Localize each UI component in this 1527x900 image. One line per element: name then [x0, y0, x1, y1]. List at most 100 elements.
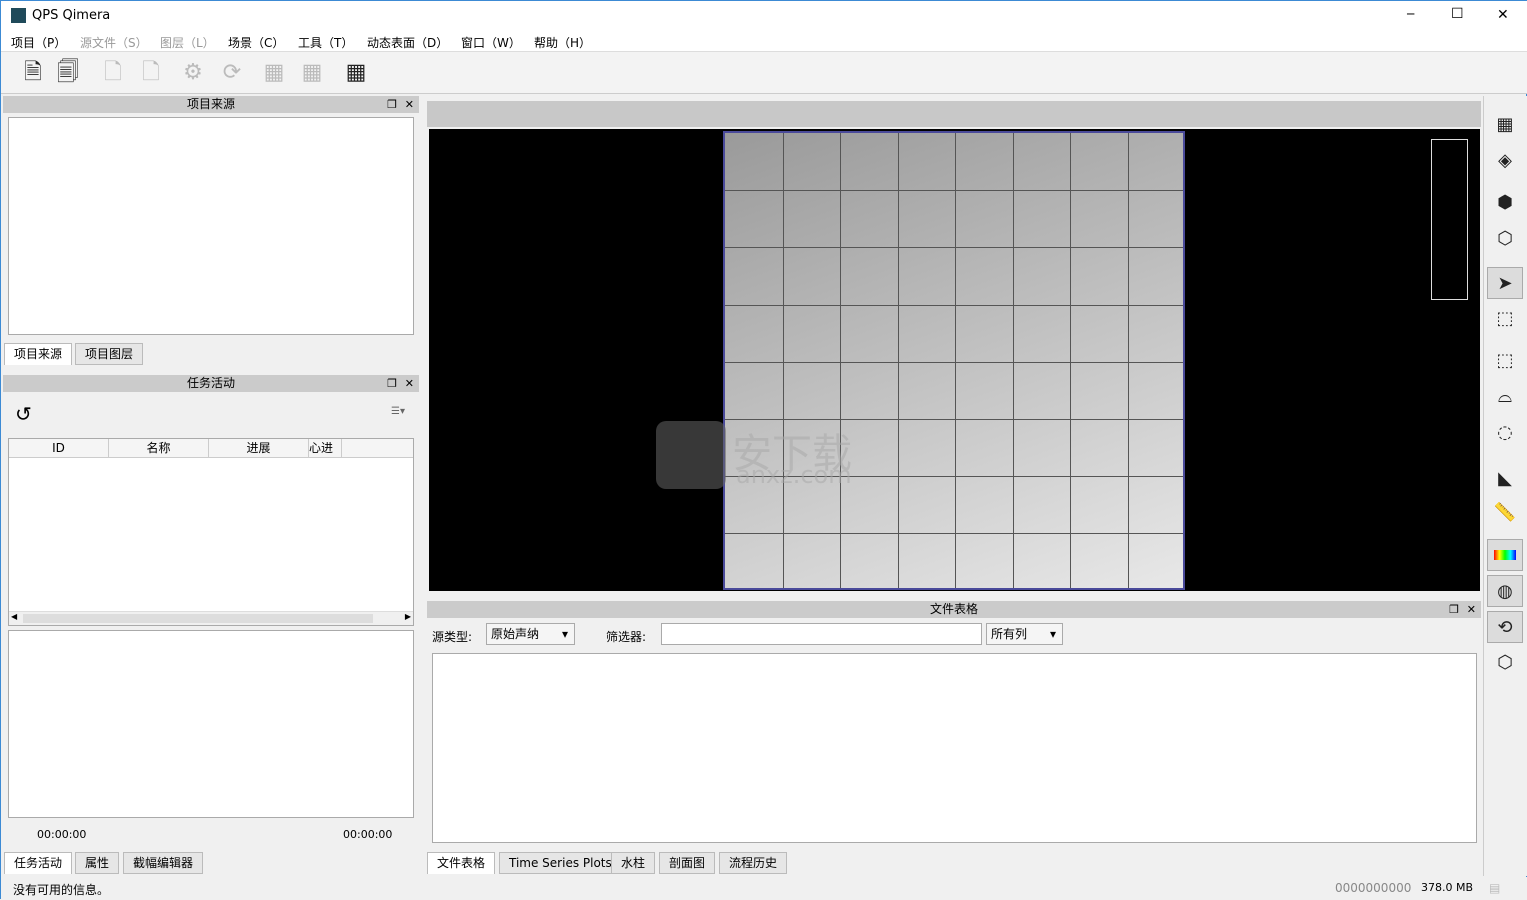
menu-item[interactable]: 动态表面（D） — [367, 34, 448, 51]
undo-icon[interactable]: ↺ — [15, 402, 32, 426]
file-table-header: 文件表格 ❐ ✕ — [427, 601, 1481, 618]
rect-select-icon[interactable]: ⬚ — [1487, 345, 1523, 377]
tab-swath-editor[interactable]: 截幅编辑器 — [123, 852, 204, 874]
elapsed-time: 00:00:00 — [37, 828, 87, 841]
project-source-list[interactable] — [8, 117, 414, 335]
float-icon[interactable]: ❐ — [387, 96, 397, 113]
grid-line — [782, 133, 784, 588]
shield-logo-icon — [656, 421, 726, 489]
menu-item[interactable]: 源文件（S） — [80, 34, 148, 51]
layers-icon[interactable]: ◈ — [1487, 145, 1523, 177]
sphere-grid-icon[interactable]: ◍ — [1487, 575, 1523, 607]
surface-edit-icon[interactable]: ▦ — [342, 58, 370, 88]
new-project-icon[interactable]: 🗎 — [19, 58, 47, 88]
refresh-icon[interactable]: ⟳ — [218, 58, 246, 88]
tab-project-layers[interactable]: 项目图层 — [75, 343, 144, 365]
add-points-icon[interactable]: 🗋 — [137, 58, 165, 88]
process-gears-icon[interactable]: ⚙ — [179, 58, 207, 88]
grid-line — [725, 247, 1183, 249]
viewport-header — [427, 101, 1481, 127]
tab-file-1[interactable]: Time Series Plots — [499, 852, 622, 874]
ruler-icon[interactable]: 📏 — [1487, 497, 1523, 529]
grid-icon[interactable]: ▦ — [1487, 109, 1523, 141]
open-project-icon[interactable]: 🗐 — [54, 58, 82, 88]
source-type-label: 源类型: — [432, 630, 473, 644]
lasso-icon[interactable]: ◌ — [1487, 417, 1523, 449]
status-bar: 没有可用的信息。 0000000000 378.0 MB ▤ — [1, 877, 1527, 900]
menu-item[interactable]: 场景（C） — [228, 34, 284, 51]
app-logo-icon — [11, 8, 26, 23]
grid-line — [1070, 133, 1071, 588]
rotate-icon[interactable]: ⟲ — [1487, 611, 1523, 643]
window-title: QPS Qimera — [32, 8, 111, 23]
status-list-icon: ▤ — [1489, 881, 1501, 895]
pointer-icon[interactable]: ➤ — [1487, 267, 1523, 299]
tab-properties[interactable]: 属性 — [75, 852, 120, 874]
remaining-time: 00:00:00 — [343, 828, 393, 841]
project-source-header: 项目来源 ❐ ✕ — [3, 96, 419, 113]
cube-fit-icon[interactable]: ⬢ — [1487, 187, 1523, 219]
menu-bar: 项目（P） 源文件（S） 图层（L） 场景（C） 工具（T） 动态表面（D） 窗口（W） 帮助… — [1, 31, 1527, 52]
select-pointer-icon[interactable]: ⬚ — [1487, 303, 1523, 335]
menu-options-icon[interactable]: ☰▾ — [391, 406, 405, 417]
grid-line — [725, 304, 1183, 306]
watermark-sub: anxz.com — [736, 461, 852, 489]
filter-input[interactable] — [661, 623, 982, 645]
grid-line — [955, 133, 956, 588]
tab-file-4[interactable]: 流程历史 — [719, 852, 788, 874]
horizontal-scrollbar[interactable]: ◀ ▶ — [9, 611, 413, 625]
menu-item[interactable]: 窗口（W） — [461, 34, 521, 51]
surface-lock-icon[interactable]: ▦ — [298, 58, 326, 88]
coordinate-readout: 0000000000 — [1335, 881, 1412, 895]
panel-title: 文件表格 — [929, 602, 978, 616]
memory-usage: 378.0 MB — [1421, 881, 1474, 894]
surface-grid[interactable] — [723, 131, 1185, 590]
float-icon[interactable]: ❐ — [387, 375, 397, 392]
file-table-list[interactable] — [432, 653, 1477, 843]
scroll-left-icon[interactable]: ◀ — [11, 612, 17, 621]
tab-file-0[interactable]: 文件表格 — [427, 852, 496, 874]
close-button[interactable]: ✕ — [1497, 7, 1509, 23]
source-type-dropdown[interactable]: 原始声纳 — [486, 623, 575, 645]
task-table: ID 名称 进展 心进 ◀ ▶ — [8, 438, 414, 626]
scroll-thumb[interactable] — [23, 614, 373, 623]
surface-new-icon[interactable]: ▦ — [260, 58, 288, 88]
scroll-right-icon[interactable]: ▶ — [405, 612, 411, 621]
grid-line — [1127, 133, 1129, 588]
tab-file-3[interactable]: 剖面图 — [659, 852, 716, 874]
column-id[interactable]: ID — [9, 439, 109, 457]
grid-line — [725, 361, 1183, 363]
profile-icon[interactable]: ◣ — [1487, 463, 1523, 495]
close-panel-icon[interactable]: ✕ — [405, 96, 414, 113]
menu-item[interactable]: 项目（P） — [11, 34, 66, 51]
grid-line — [897, 133, 899, 588]
close-panel-icon[interactable]: ✕ — [1467, 601, 1476, 618]
colorbar-outline — [1431, 139, 1468, 300]
colormap-icon[interactable] — [1487, 539, 1523, 571]
float-icon[interactable]: ❐ — [1449, 601, 1459, 618]
axes-cube-icon[interactable]: ⬡ — [1487, 647, 1523, 679]
table-header: ID 名称 进展 心进 — [9, 439, 413, 458]
close-panel-icon[interactable]: ✕ — [405, 375, 414, 392]
grid-line — [725, 533, 1183, 535]
add-source-icon[interactable]: 🗋 — [99, 58, 127, 88]
menu-item[interactable]: 工具（T） — [298, 34, 353, 51]
minimize-button[interactable]: ─ — [1407, 7, 1414, 21]
column-total-progress[interactable]: 心进 — [309, 439, 342, 457]
poly-select-icon[interactable]: ⌓ — [1487, 381, 1523, 413]
filter-label: 筛选器: — [606, 630, 647, 644]
column-progress[interactable]: 进展 — [209, 439, 309, 457]
tab-task-activity[interactable]: 任务活动 — [4, 852, 73, 874]
tab-project-source[interactable]: 项目来源 — [4, 343, 73, 365]
column-name[interactable]: 名称 — [109, 439, 209, 457]
grid-line — [725, 190, 1183, 192]
cube-icon[interactable]: ⬡ — [1487, 223, 1523, 255]
menu-item[interactable]: 帮助（H） — [534, 34, 591, 51]
panel-title: 任务活动 — [186, 376, 235, 390]
3d-viewport[interactable] — [429, 129, 1480, 591]
menu-item[interactable]: 图层（L） — [160, 34, 215, 51]
tab-file-2[interactable]: 水柱 — [611, 852, 656, 874]
maximize-button[interactable]: ☐ — [1451, 6, 1464, 22]
watermark: 安下载 anxz.com — [656, 421, 852, 492]
columns-dropdown[interactable]: 所有列 — [986, 623, 1063, 645]
